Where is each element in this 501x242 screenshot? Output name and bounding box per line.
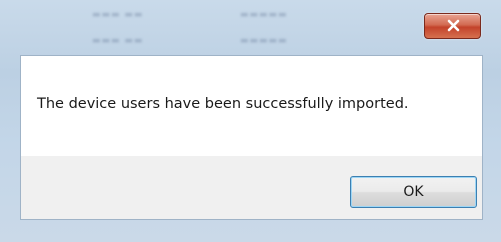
close-icon <box>447 19 460 32</box>
background-blur: ▬▬▬▬▬ <box>240 36 288 46</box>
message-text: The device users have been successfully … <box>37 96 409 112</box>
background-blur: ▬▬▬▬▬ <box>240 10 288 20</box>
background-blur: ▬▬▬ ▬▬ <box>92 36 144 46</box>
background-blur: ▬▬▬ ▬▬ <box>92 10 144 20</box>
close-button[interactable] <box>424 13 481 39</box>
dialog-footer: OK <box>20 156 483 220</box>
dialog-window: ▬▬▬ ▬▬ ▬▬▬▬▬ ▬▬▬ ▬▬ ▬▬▬▬▬ The device use… <box>0 0 501 242</box>
ok-button[interactable]: OK <box>350 176 477 208</box>
dialog-content: The device users have been successfully … <box>20 55 483 156</box>
